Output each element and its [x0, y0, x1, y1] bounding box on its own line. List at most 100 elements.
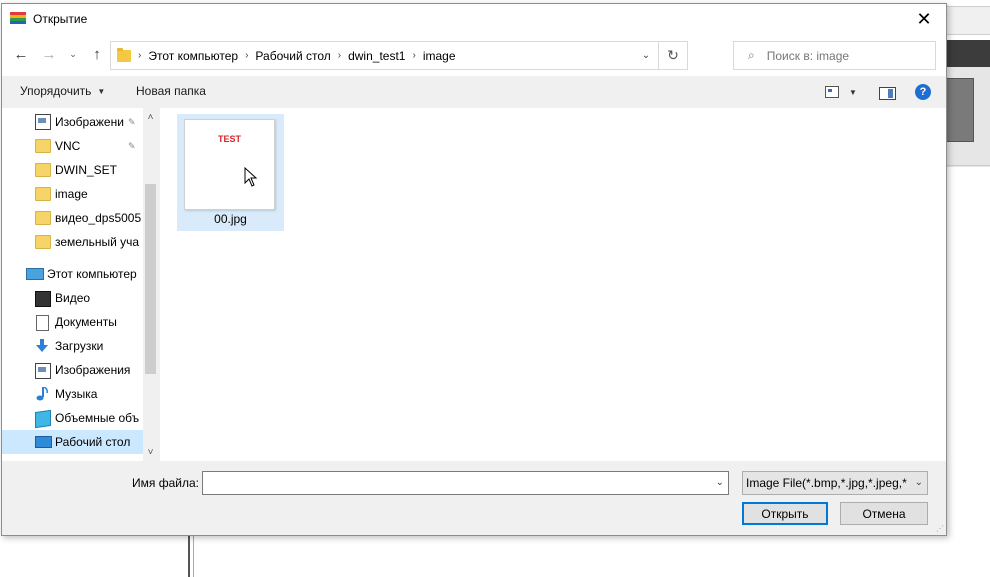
change-view-button[interactable]: ▼: [825, 86, 857, 98]
chevron-down-icon: ⌄: [641, 50, 651, 61]
background-preview: [946, 78, 974, 142]
up-folder-button[interactable]: ↑: [88, 44, 106, 64]
open-button[interactable]: Открыть: [742, 502, 828, 525]
sidebar-item-desktop[interactable]: Рабочий стол: [2, 430, 143, 454]
pictures-icon: [35, 363, 51, 379]
resize-grip-icon[interactable]: ⋰: [936, 524, 944, 533]
sidebar-item-label: VNC: [55, 139, 81, 153]
mouse-cursor-icon: [244, 167, 258, 187]
sidebar-item-image[interactable]: image: [2, 182, 142, 206]
breadcrumb-separator-icon: ›: [138, 50, 142, 61]
breadcrumb-dwin-test1[interactable]: dwin_test1: [348, 49, 405, 63]
organize-button[interactable]: Упорядочить ▼: [20, 84, 105, 98]
breadcrumb-image[interactable]: image: [423, 49, 456, 63]
new-folder-label: Новая папка: [136, 84, 206, 98]
breadcrumb-separator-icon[interactable]: ›: [412, 50, 415, 61]
forward-button[interactable]: →: [40, 44, 58, 64]
folder-icon: [35, 235, 51, 249]
chevron-up-icon: ˄: [147, 111, 154, 123]
sidebar-item-video[interactable]: Видео: [2, 286, 142, 310]
cancel-button-label: Отмена: [862, 506, 906, 521]
sidebar-item-pictures[interactable]: Изображения: [2, 358, 142, 382]
background-splitter: [188, 536, 190, 577]
command-bar: Упорядочить ▼ Новая папка ▼ ?: [2, 76, 946, 108]
breadcrumb-separator-icon[interactable]: ›: [245, 50, 248, 61]
video-icon: [35, 291, 51, 307]
sidebar-item-label: Загрузки: [55, 339, 104, 353]
background-splitter-edge: [193, 536, 194, 577]
folder-icon: [35, 163, 51, 177]
navigation-row: ← → ⌄ ↑ › Этот компьютер › Рабочий стол …: [2, 34, 946, 76]
thumbnail-text: TEST: [217, 134, 241, 144]
chevron-down-icon[interactable]: ⌄: [716, 477, 724, 488]
address-history-button[interactable]: ⌄: [635, 42, 657, 69]
new-folder-button[interactable]: Новая папка: [136, 84, 206, 98]
sidebar-item-3d-objects[interactable]: Объемные объ: [2, 406, 142, 430]
sidebar-item-label: Музыка: [55, 387, 98, 401]
scroll-up-button[interactable]: ˄: [143, 110, 158, 124]
arrow-right-icon: →: [41, 45, 57, 63]
close-button[interactable]: ✕: [902, 4, 946, 34]
scroll-down-button[interactable]: ˅: [143, 445, 158, 459]
downloads-icon: [36, 339, 48, 352]
chevron-down-icon: ⌄: [69, 48, 77, 59]
refresh-button[interactable]: ↻: [658, 42, 687, 69]
chevron-down-icon: ˅: [147, 446, 154, 458]
title-bar: Открытие ✕: [2, 4, 946, 34]
sidebar-item-music[interactable]: Музыка: [2, 382, 142, 406]
sidebar-item-label: Объемные объ: [55, 411, 140, 425]
folder-icon: [35, 139, 51, 153]
navigation-pane[interactable]: Изображени ✎ VNC ✎ DWIN_SET image видео_…: [2, 108, 158, 461]
organize-label: Упорядочить: [20, 84, 92, 98]
folder-icon: [35, 187, 51, 201]
background-toolbar: [946, 6, 990, 35]
chevron-down-icon: ⌄: [914, 477, 923, 488]
file-selection-bar: Имя файла: ⌄ Image File(*.bmp,*.jpg,*.jp…: [2, 461, 946, 535]
sidebar-item-dwin-set[interactable]: DWIN_SET: [2, 158, 142, 182]
pictures-icon: [35, 114, 51, 130]
arrow-left-icon: ←: [13, 45, 29, 63]
sidebar-item-land-plot[interactable]: земельный уча: [2, 230, 142, 254]
sidebar-item-vnc[interactable]: VNC ✎: [2, 134, 142, 158]
file-list[interactable]: TEST 00.jpg: [160, 108, 946, 461]
search-input[interactable]: ⌕ Поиск в: image: [733, 41, 936, 70]
help-icon: ?: [919, 86, 927, 98]
recent-locations-button[interactable]: ⌄: [64, 44, 82, 64]
file-type-filter[interactable]: Image File(*.bmp,*.jpg,*.jpeg,* ⌄: [742, 471, 928, 495]
back-button[interactable]: ←: [12, 44, 30, 64]
open-button-label: Открыть: [761, 506, 809, 521]
dialog-title: Открытие: [33, 12, 88, 26]
breadcrumb-desktop[interactable]: Рабочий стол: [255, 49, 330, 63]
sidebar-item-documents[interactable]: Документы: [2, 310, 142, 334]
close-icon: ✕: [916, 8, 932, 29]
sidebar-item-label: Изображени: [55, 115, 124, 129]
breadcrumb-separator-icon[interactable]: ›: [338, 50, 341, 61]
sidebar-item-pictures-quick[interactable]: Изображени ✎: [2, 110, 142, 134]
filename-label: Имя файла:: [132, 476, 199, 490]
pin-icon: ✎: [128, 140, 136, 151]
sidebar-item-video-dps5005[interactable]: видео_dps5005: [2, 206, 142, 230]
preview-pane-button[interactable]: [879, 87, 896, 100]
search-icon: ⌕: [748, 48, 755, 62]
refresh-icon: ↻: [667, 47, 679, 63]
sidebar-item-label: Изображения: [55, 363, 131, 377]
music-icon: [36, 387, 48, 401]
sidebar-item-label: земельный уча: [55, 235, 140, 249]
sidebar-item-downloads[interactable]: Загрузки: [2, 334, 142, 358]
file-item[interactable]: TEST 00.jpg: [177, 114, 284, 231]
navigation-scrollbar[interactable]: ˄ ˅: [143, 108, 158, 461]
folder-icon: [35, 211, 51, 225]
file-name: 00.jpg: [214, 212, 247, 226]
file-thumbnail: TEST: [184, 119, 275, 210]
open-file-dialog: Открытие ✕ ← → ⌄ ↑ › Этот компьютер › Ра…: [1, 3, 947, 536]
help-button[interactable]: ?: [915, 84, 931, 100]
address-bar[interactable]: › Этот компьютер › Рабочий стол › dwin_t…: [110, 41, 688, 70]
sidebar-item-this-pc[interactable]: Этот компьютер: [2, 262, 142, 286]
caret-down-icon: ▼: [97, 86, 106, 96]
breadcrumb-this-pc[interactable]: Этот компьютер: [148, 49, 238, 63]
cancel-button[interactable]: Отмена: [840, 502, 928, 525]
background-divider: [946, 165, 990, 166]
scrollbar-thumb[interactable]: [145, 184, 156, 374]
sidebar-item-label: видео_dps5005: [55, 211, 142, 225]
filename-input[interactable]: ⌄: [202, 471, 729, 495]
